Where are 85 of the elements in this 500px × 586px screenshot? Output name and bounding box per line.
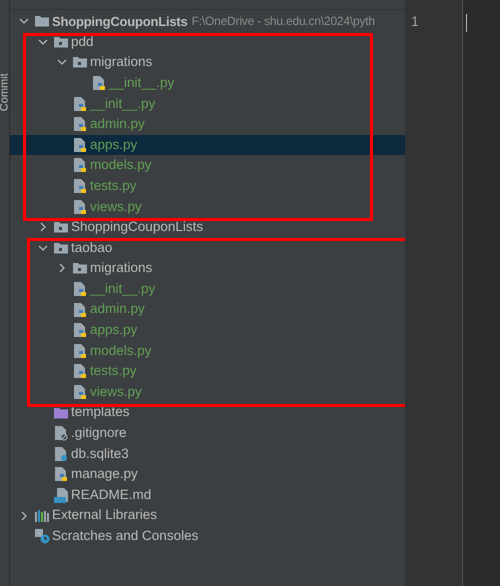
item-label: Scratches and Consoles <box>52 527 198 546</box>
tree-row[interactable]: manage.py <box>10 464 405 485</box>
item-label: models.py <box>90 342 152 360</box>
item-label: migrations <box>90 53 152 72</box>
tree-row[interactable]: templates <box>10 402 405 423</box>
folder-icon <box>34 13 50 30</box>
tree-row[interactable]: apps.py <box>10 134 405 156</box>
item-label: apps.py <box>90 321 138 340</box>
chevron-down-icon[interactable] <box>57 57 67 68</box>
item-label: db.sqlite3 <box>71 444 129 463</box>
item-label: views.py <box>90 382 142 401</box>
python-file-icon <box>72 322 88 338</box>
folder-icon <box>72 260 88 276</box>
tree-row[interactable]: tests.py <box>10 361 405 382</box>
item-label: migrations <box>90 259 152 278</box>
chevron-right-icon[interactable] <box>38 222 48 232</box>
tree-row[interactable]: models.py <box>10 340 405 362</box>
python-file-icon <box>72 384 88 400</box>
file-icon <box>53 446 69 462</box>
item-label: ShoppingCouponLists <box>52 12 188 31</box>
tree-row[interactable]: views.py <box>10 196 405 217</box>
library-icon <box>34 508 50 524</box>
python-file-icon <box>72 96 88 112</box>
item-label: views.py <box>90 198 142 216</box>
item-label: taobao <box>71 238 112 257</box>
tree-row[interactable]: admin.py <box>10 114 405 135</box>
item-label: tests.py <box>90 176 137 195</box>
python-file-icon <box>72 198 88 215</box>
chevron-right-icon[interactable] <box>19 510 29 521</box>
python-file-icon <box>72 342 88 359</box>
text-cursor <box>466 14 467 32</box>
item-label: .gitignore <box>71 424 127 442</box>
item-label: __init__.py <box>90 94 156 113</box>
chevron-right-icon[interactable] <box>57 263 67 274</box>
tree-row[interactable]: admin.py <box>10 299 405 320</box>
item-label: __init__.py <box>90 280 156 298</box>
tree-row[interactable]: db.sqlite3 <box>10 443 405 464</box>
item-label: templates <box>71 403 130 422</box>
tree-row[interactable]: models.py <box>10 155 405 176</box>
item-label: admin.py <box>90 300 145 318</box>
python-file-icon <box>91 75 107 92</box>
tree-row[interactable]: README.md <box>10 484 405 506</box>
tree-row[interactable]: External Libraries <box>10 505 405 526</box>
chevron-down-icon[interactable] <box>19 16 29 26</box>
chevron-down-icon[interactable] <box>38 242 48 253</box>
tree-row[interactable]: tests.py <box>10 176 405 196</box>
item-label: manage.py <box>71 465 138 484</box>
python-file-icon <box>72 157 88 174</box>
tree-row[interactable]: migrations <box>10 52 405 73</box>
python-file-icon <box>72 281 88 298</box>
folder-icon <box>53 219 69 236</box>
tree-row[interactable]: apps.py <box>10 320 405 340</box>
file-icon <box>53 425 69 442</box>
item-label: tests.py <box>90 362 137 380</box>
item-label: apps.py <box>90 136 138 154</box>
markdown-file-icon <box>53 486 69 503</box>
tree-row[interactable]: __init__.py <box>10 72 405 94</box>
python-file-icon <box>72 178 88 194</box>
python-file-icon <box>72 363 88 380</box>
item-label: admin.py <box>90 115 145 134</box>
item-label: README.md <box>71 486 152 504</box>
chevron-down-icon[interactable] <box>38 36 48 47</box>
item-label: pdd <box>71 32 94 51</box>
item-label: ShoppingCouponLists <box>71 218 204 236</box>
tree-row[interactable]: taobao <box>10 238 405 258</box>
tree-row[interactable]: migrations <box>10 258 405 279</box>
item-label: __init__.py <box>109 74 174 92</box>
python-file-icon <box>53 466 69 482</box>
tree-row[interactable]: ShoppingCouponLists F:\OneDrive - shu.edu.cn\2024\pyth <box>10 11 405 32</box>
tree-row[interactable]: .gitignore <box>10 422 405 444</box>
scratches-icon <box>34 528 50 544</box>
tree-row[interactable]: ShoppingCouponLists <box>10 216 405 238</box>
tree-row[interactable]: __init__.py <box>10 93 405 114</box>
item-label: External Libraries <box>52 506 158 524</box>
tree-row[interactable]: views.py <box>10 382 405 402</box>
tree-row[interactable]: pdd <box>10 32 405 52</box>
python-file-icon <box>72 116 88 132</box>
project-path: F:\OneDrive - shu.edu.cn\2024\pyth <box>192 13 375 30</box>
tree-row[interactable]: Scratches and Consoles <box>10 526 405 546</box>
folder-icon <box>72 54 88 70</box>
python-file-icon <box>72 136 88 153</box>
python-file-icon <box>72 302 88 318</box>
line-number: 1 <box>410 12 420 31</box>
item-label: models.py <box>90 156 152 174</box>
tree-row[interactable]: __init__.py <box>10 278 405 300</box>
